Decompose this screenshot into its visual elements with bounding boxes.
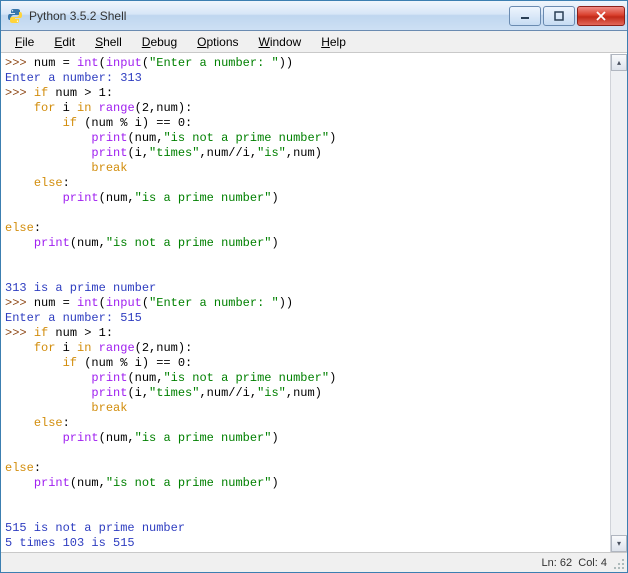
menu-debug[interactable]: Debug [134,33,185,51]
code-line: else: [5,461,606,476]
window-title: Python 3.5.2 Shell [29,9,507,23]
code-line: >>> if num > 1: [5,326,606,341]
statusbar: Ln: 62 Col: 4 [1,552,627,572]
menu-edit[interactable]: Edit [46,33,83,51]
col-value: 4 [601,557,607,569]
code-line: 515 is not a prime number [5,521,606,536]
code-line [5,446,606,461]
code-line: if (num % i) == 0: [5,356,606,371]
menu-help[interactable]: Help [313,33,354,51]
code-line: 313 is a prime number [5,281,606,296]
ln-value: 62 [560,557,572,569]
ln-label: Ln: [542,557,557,569]
status-line: Ln: 62 Col: 4 [542,557,607,569]
code-line: Enter a number: 515 [5,311,606,326]
code-line: else: [5,176,606,191]
resize-grip[interactable] [613,558,625,570]
code-line: print(i,"times",num//i,"is",num) [5,146,606,161]
code-line: Enter a number: 313 [5,71,606,86]
menu-window[interactable]: Window [251,33,310,51]
minimize-button[interactable] [509,6,541,26]
content-area: >>> num = int(input("Enter a number: "))… [1,53,627,552]
maximize-button[interactable] [543,6,575,26]
code-line [5,506,606,521]
menu-shell[interactable]: Shell [87,33,130,51]
code-line: else: [5,221,606,236]
code-line: print(num,"is not a prime number") [5,371,606,386]
col-label: Col: [578,557,598,569]
code-line: if (num % i) == 0: [5,116,606,131]
code-line: 5 times 103 is 515 [5,536,606,551]
scroll-up-button[interactable]: ▴ [611,54,627,71]
code-line: for i in range(2,num): [5,341,606,356]
code-line: print(i,"times",num//i,"is",num) [5,386,606,401]
code-line: >>> num = int(input("Enter a number: ")) [5,296,606,311]
code-editor[interactable]: >>> num = int(input("Enter a number: "))… [1,54,610,552]
code-line [5,251,606,266]
code-line: for i in range(2,num): [5,101,606,116]
code-line: print(num,"is not a prime number") [5,131,606,146]
code-line [5,491,606,506]
code-line: >>> num = int(input("Enter a number: ")) [5,56,606,71]
python-icon [7,8,23,24]
code-line: print(num,"is not a prime number") [5,476,606,491]
menu-file[interactable]: File [7,33,42,51]
window-controls [507,6,625,26]
code-line [5,266,606,281]
scroll-track[interactable] [611,71,627,535]
code-line: break [5,161,606,176]
code-line: print(num,"is not a prime number") [5,236,606,251]
close-button[interactable] [577,6,625,26]
code-line: break [5,401,606,416]
code-line: print(num,"is a prime number") [5,191,606,206]
scroll-down-button[interactable]: ▾ [611,535,627,552]
vertical-scrollbar[interactable]: ▴ ▾ [610,54,627,552]
menubar: FileEditShellDebugOptions WindowHelp [1,31,627,53]
code-line: print(num,"is a prime number") [5,431,606,446]
code-line [5,206,606,221]
menu-options[interactable]: Options [189,33,246,51]
code-line: else: [5,416,606,431]
titlebar: Python 3.5.2 Shell [1,1,627,31]
code-line: >>> if num > 1: [5,86,606,101]
